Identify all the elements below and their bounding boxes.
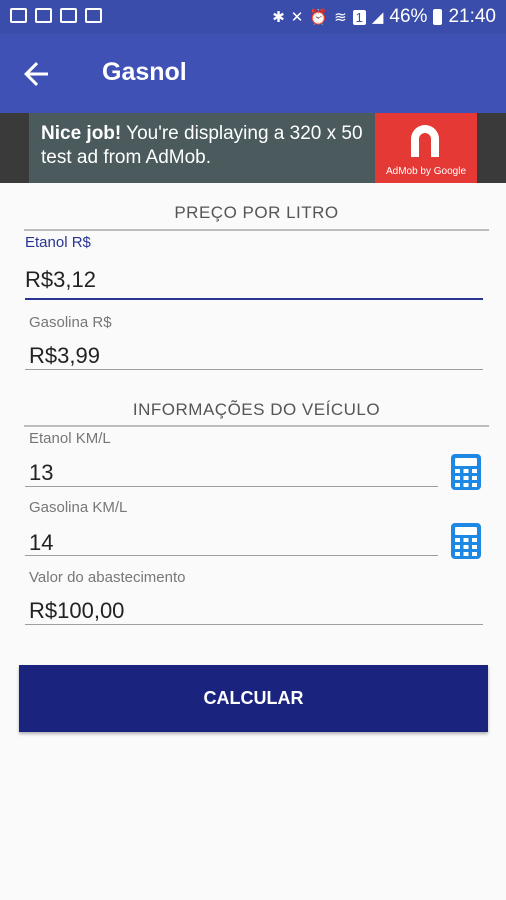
system-indicators: ✱ ✕ ⏰ ≋ 1 ◢ 46% 21:40: [272, 6, 496, 28]
calculate-button[interactable]: CALCULAR: [19, 665, 488, 732]
notification-icons: [10, 8, 102, 23]
gasoline-price-label: Gasolina R$: [29, 314, 112, 331]
ad-logo-caption: AdMob by Google: [385, 166, 467, 177]
ad-headline: Nice job!: [41, 123, 122, 144]
bluetooth-icon: ✱: [272, 9, 285, 26]
mute-icon: ✕: [290, 9, 304, 26]
back-button[interactable]: [18, 56, 54, 92]
photo-notification-icon: [10, 8, 27, 23]
gasoline-price-input[interactable]: R$3,99: [29, 343, 100, 369]
arrow-back-icon: [24, 62, 48, 86]
sim-icon: 1: [352, 9, 366, 25]
ethanol-price-input[interactable]: R$3,12: [25, 267, 96, 293]
battery-percent: 46%: [389, 6, 428, 27]
ethanol-price-underline: [25, 298, 483, 300]
wifi-icon: ≋: [334, 9, 347, 26]
gasoline-price-underline: [25, 369, 483, 370]
ethanol-kml-label: Etanol KM/L: [29, 430, 111, 447]
ad-text: Nice job! You're displaying a 320 x 50 t…: [41, 122, 371, 170]
fuel-amount-underline: [25, 624, 483, 625]
gasoline-kml-input[interactable]: 14: [29, 530, 53, 556]
ad-content[interactable]: Nice job! You're displaying a 320 x 50 t…: [29, 113, 477, 183]
section-divider-price: [24, 229, 489, 231]
admob-logo: AdMob by Google: [375, 113, 477, 183]
section-title-price: PREÇO POR LITRO: [174, 203, 339, 222]
gasoline-kml-underline: [25, 555, 438, 556]
gasoline-kml-label: Gasolina KM/L: [29, 499, 128, 516]
battery-icon: [433, 9, 443, 25]
inbox-notification-icon: [60, 8, 77, 23]
calculator-icon[interactable]: [449, 453, 483, 491]
news-notification-icon: [35, 8, 52, 23]
alarm-icon: ⏰: [309, 9, 329, 26]
status-bar: ✱ ✕ ⏰ ≋ 1 ◢ 46% 21:40: [0, 0, 506, 34]
admob-icon: [411, 125, 439, 157]
fuel-amount-input[interactable]: R$100,00: [29, 598, 124, 624]
fuel-amount-label: Valor do abastecimento: [29, 569, 186, 586]
ethanol-kml-underline: [25, 486, 438, 487]
section-divider-vehicle: [24, 425, 489, 427]
ethanol-kml-input[interactable]: 13: [29, 460, 53, 486]
section-title-vehicle: INFORMAÇÕES DO VEÍCULO: [132, 400, 381, 419]
clock: 21:40: [448, 6, 496, 27]
ad-banner[interactable]: Nice job! You're displaying a 320 x 50 t…: [0, 113, 506, 183]
page-title: Gasnol: [102, 58, 187, 86]
calculator-icon[interactable]: [449, 522, 483, 560]
ethanol-price-label: Etanol R$: [25, 234, 91, 251]
app-bar: Gasnol: [0, 34, 506, 113]
mail-notification-icon: [85, 8, 102, 23]
signal-icon: ◢: [371, 9, 384, 26]
